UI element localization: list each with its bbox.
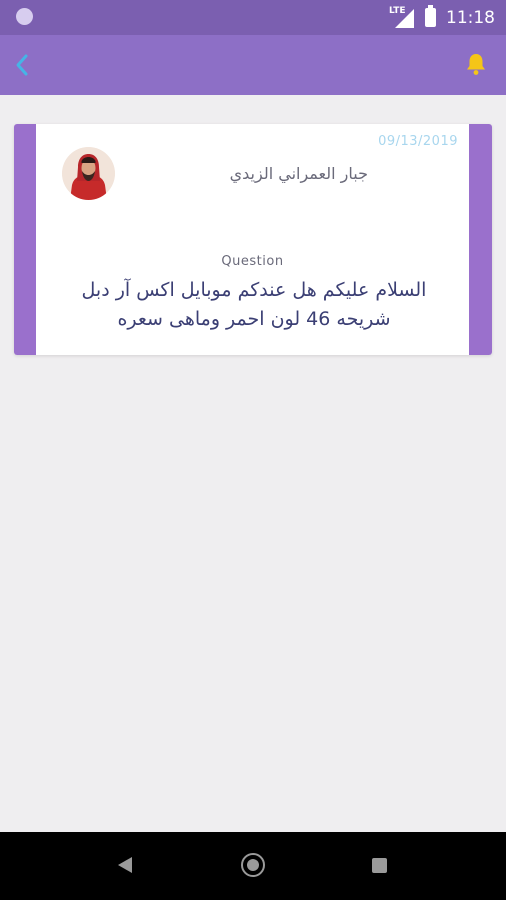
nav-back-icon[interactable] [117, 856, 133, 874]
back-button[interactable] [6, 49, 38, 81]
chevron-left-icon [16, 54, 28, 76]
clock: 11:18 [446, 7, 495, 28]
card-stripe-right [469, 124, 492, 355]
signal-icon: LTE [389, 6, 415, 29]
nav-recent-icon[interactable] [372, 858, 387, 873]
navigation-bar [0, 832, 506, 900]
status-bar: LTE 11:18 [0, 0, 506, 35]
bell-icon [467, 54, 485, 75]
notification-dot-icon [16, 8, 33, 25]
avatar [62, 147, 115, 200]
question-label: Question [221, 254, 284, 269]
author-name: جبار العمراني الزيدي [229, 164, 368, 183]
nav-home-icon[interactable] [241, 853, 265, 877]
app-bar [0, 35, 506, 95]
card-stripe-left [14, 124, 36, 355]
question-card[interactable]: 09/13/2019 جبار العمراني الزيدي Question… [14, 124, 492, 355]
question-text: السلام عليكم هل عندكم موبايل اكس آر دبل … [81, 279, 427, 330]
status-icons: LTE 11:18 [389, 0, 495, 35]
notifications-button[interactable] [462, 49, 490, 79]
battery-icon [425, 5, 436, 27]
question-date: 09/13/2019 [378, 134, 458, 149]
